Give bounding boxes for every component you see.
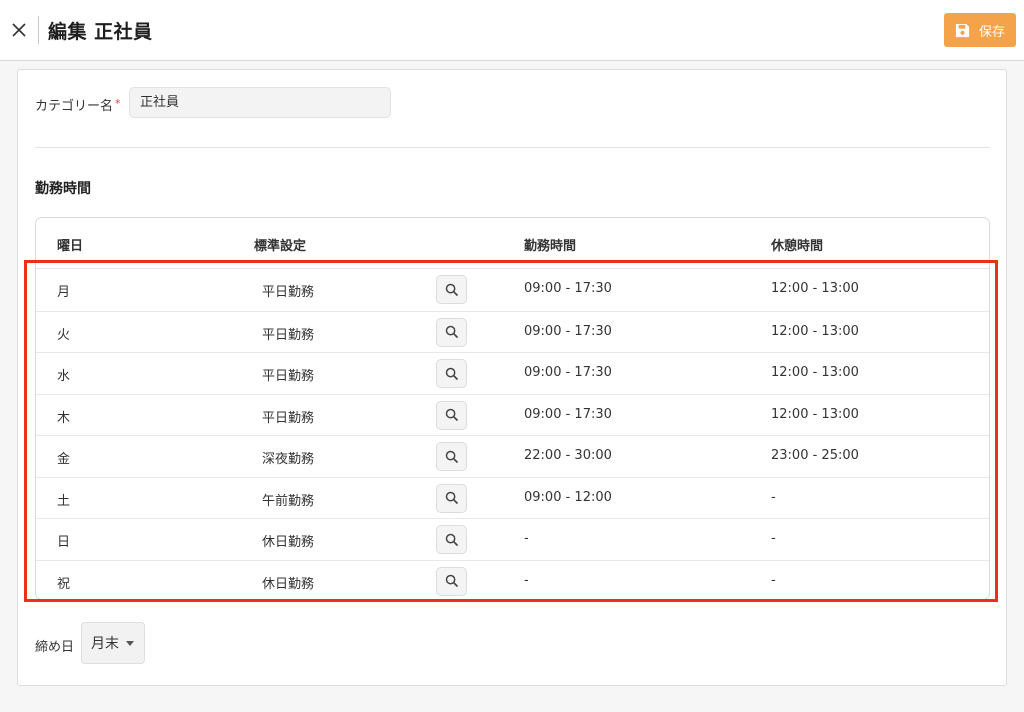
break-time-cell: - xyxy=(771,531,776,546)
break-time-cell: - xyxy=(771,572,776,588)
closing-day-value: 月末 xyxy=(91,636,119,652)
standard-setting-cell: 休日勤務 xyxy=(262,535,315,550)
column-header-work-time: 勤務時間 xyxy=(524,239,577,254)
search-icon xyxy=(445,491,458,505)
category-name-label: カテゴリー名 * xyxy=(35,97,121,114)
save-icon xyxy=(955,23,970,37)
edit-card: カテゴリー名 * 正社員 勤務時間 曜日 標準設定 勤務時間 休憩時間 月平日勤務… xyxy=(17,69,1007,686)
break-time-cell: - xyxy=(771,489,776,505)
standard-lookup-button[interactable] xyxy=(436,483,467,513)
standard-setting-cell: 午前勤務 xyxy=(262,493,315,509)
standard-lookup-button[interactable] xyxy=(436,442,467,471)
page-title: 編集 正社員 xyxy=(48,21,153,43)
work-time-cell: - xyxy=(524,572,529,588)
table-row: 木 平日勤務 09:00 - 17:30 12:00 - 13:00 xyxy=(36,393,989,436)
work-hours-table: 曜日 標準設定 勤務時間 休憩時間 月平日勤務 09:00 - 17:30 12:0… xyxy=(35,217,990,600)
search-icon xyxy=(445,408,458,422)
search-icon xyxy=(445,283,458,296)
table-row: 月 平日勤務 09:00 - 17:30 12:00 - 13:00 xyxy=(36,269,989,311)
category-name-input[interactable]: 正社員 xyxy=(129,87,391,118)
search-icon xyxy=(445,367,458,380)
caret-down-icon xyxy=(126,640,134,646)
table-row: 火 平日勤務 09:00 - 17:30 12:00 - 13:00 xyxy=(36,310,989,353)
closing-day-label: 締め日 xyxy=(35,640,75,655)
break-time-cell: 12:00 - 13:00 xyxy=(771,406,859,422)
header-divider xyxy=(38,16,39,44)
day-cell: 火 xyxy=(57,327,71,343)
table-row: 金 深夜勤務 22:00 - 30:00 23:00 - 25:00 xyxy=(36,435,989,477)
save-button-label: 保存 xyxy=(978,24,1005,40)
day-cell: 日 xyxy=(57,535,71,550)
break-time-cell: 12:00 - 13:00 xyxy=(771,323,859,339)
work-time-cell: 09:00 - 17:30 xyxy=(524,281,612,296)
break-time-cell: 12:00 - 13:00 xyxy=(771,281,859,296)
break-time-cell: 12:00 - 13:00 xyxy=(771,365,859,380)
table-header: 曜日 標準設定 勤務時間 休憩時間 xyxy=(36,218,989,269)
column-header-day: 曜日 xyxy=(57,239,84,254)
standard-lookup-button[interactable] xyxy=(436,359,467,388)
search-icon xyxy=(445,533,458,546)
standard-lookup-button[interactable] xyxy=(436,275,467,304)
day-cell: 水 xyxy=(57,369,71,384)
search-icon xyxy=(445,450,458,463)
work-time-cell: 09:00 - 12:00 xyxy=(524,489,612,505)
work-time-cell: 09:00 - 17:30 xyxy=(524,406,612,422)
work-time-cell: 09:00 - 17:30 xyxy=(524,323,612,339)
close-icon xyxy=(12,23,26,37)
standard-setting-cell: 平日勤務 xyxy=(262,369,315,384)
day-cell: 月 xyxy=(57,285,71,300)
table-row: 水 平日勤務 09:00 - 17:30 12:00 - 13:00 xyxy=(36,352,989,394)
required-mark: * xyxy=(115,97,121,110)
break-time-cell: 23:00 - 25:00 xyxy=(771,448,859,463)
column-header-break-time: 休憩時間 xyxy=(771,239,824,254)
save-button[interactable]: 保存 xyxy=(944,13,1016,47)
standard-lookup-button[interactable] xyxy=(436,400,467,430)
standard-lookup-button[interactable] xyxy=(436,317,467,347)
work-hours-section-title: 勤務時間 xyxy=(35,181,91,197)
header-bar: 編集 正社員 保存 xyxy=(0,0,1024,61)
search-icon xyxy=(445,325,458,339)
table-row: 日 休日勤務 - - xyxy=(36,518,989,560)
section-divider xyxy=(35,147,990,148)
closing-day-select[interactable]: 月末 xyxy=(81,622,145,664)
close-button[interactable] xyxy=(8,18,30,42)
day-cell: 金 xyxy=(57,452,71,467)
table-row: 祝 休日勤務 - - xyxy=(36,559,989,600)
work-time-cell: - xyxy=(524,531,529,546)
day-cell: 土 xyxy=(57,493,71,509)
work-time-cell: 22:00 - 30:00 xyxy=(524,448,612,463)
standard-setting-cell: 平日勤務 xyxy=(262,327,315,343)
standard-setting-cell: 深夜勤務 xyxy=(262,452,315,467)
standard-setting-cell: 休日勤務 xyxy=(262,576,315,592)
table-body: 月平日勤務 09:00 - 17:30 12:00 - 13:00 火平日勤務 09:0… xyxy=(36,269,989,600)
day-cell: 祝 xyxy=(57,576,71,592)
standard-setting-cell: 平日勤務 xyxy=(262,285,315,300)
table-row: 土 午前勤務 09:00 - 12:00 - xyxy=(36,476,989,519)
search-icon xyxy=(445,574,458,588)
standard-setting-cell: 平日勤務 xyxy=(262,410,315,426)
work-time-cell: 09:00 - 17:30 xyxy=(524,365,612,380)
standard-lookup-button[interactable] xyxy=(436,566,467,596)
column-header-standard: 標準設定 xyxy=(254,239,307,254)
day-cell: 木 xyxy=(57,410,71,426)
standard-lookup-button[interactable] xyxy=(436,525,467,554)
